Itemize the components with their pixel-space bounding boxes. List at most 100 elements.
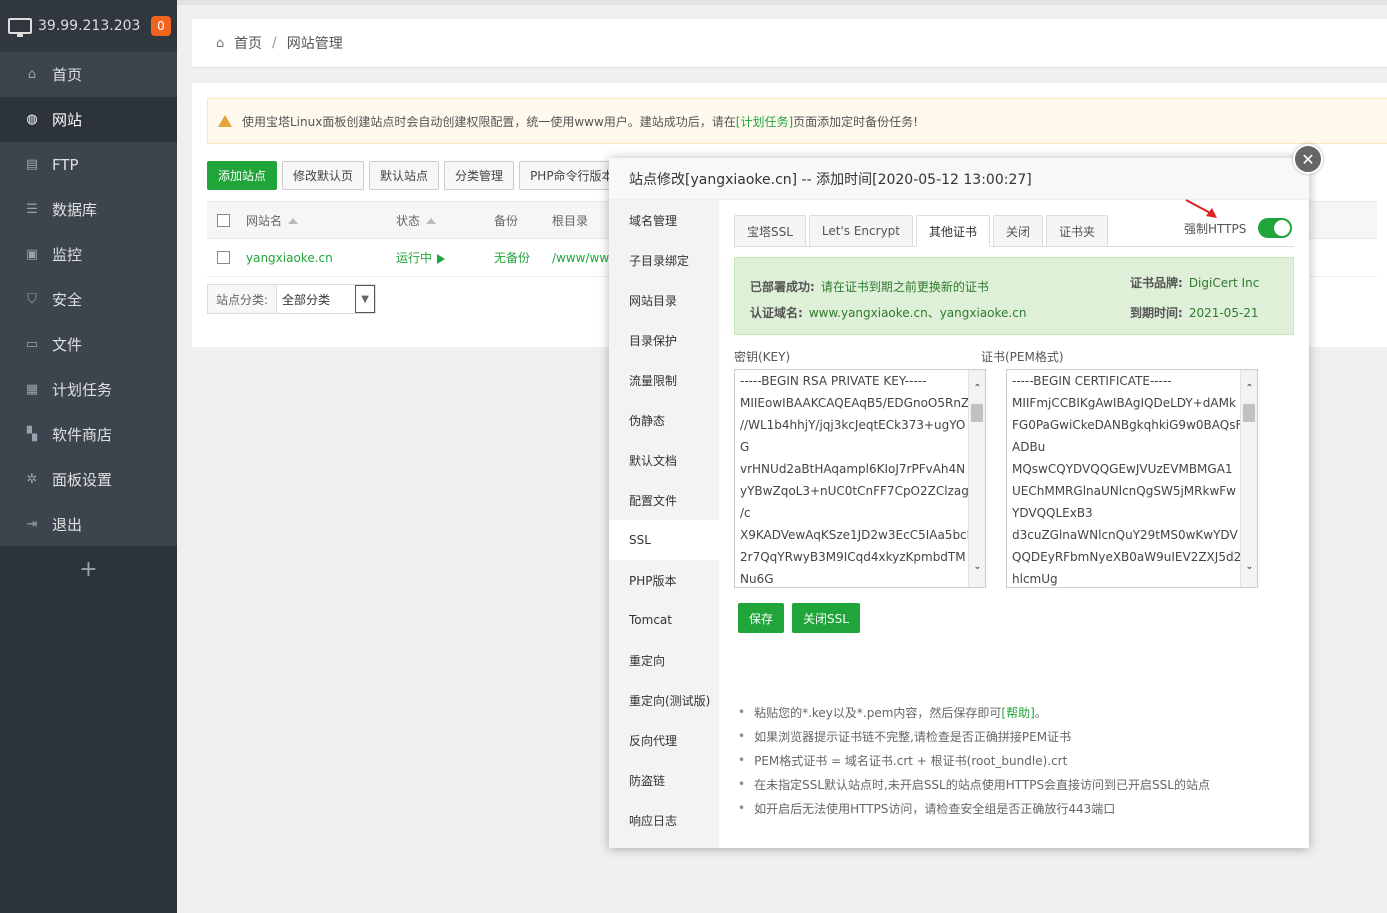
column-status[interactable]: 状态 (396, 212, 494, 229)
notice-text-tail: 页面添加定时备份任务! (793, 114, 918, 129)
default-site-button[interactable]: 默认站点 (369, 161, 440, 190)
monitor-icon: ▣ (25, 247, 39, 262)
warning-icon (218, 115, 232, 127)
list-item: PEM格式证书 = 域名证书.crt + 根证书(root_bundle).cr… (738, 748, 1210, 772)
site-name-link[interactable]: yangxiaoke.cn (246, 251, 396, 265)
sidebar-item-home[interactable]: ⌂ 首页 (0, 52, 177, 97)
sidebar-menu: ⌂ 首页 ◍ 网站 ▤ FTP ☰ 数据库 ▣ 监控 ⛉ 安全 ▭ 文件 ▦ 计划任务 ▚ 软件商… (0, 52, 177, 547)
sidebar-item-settings[interactable]: ✲ 面板设置 (0, 457, 177, 502)
modal-nav-subdir[interactable]: 子目录绑定 (609, 240, 719, 280)
notice-text: 使用宝塔Linux面板创建站点时会自动创建权限配置，统一使用www用户。建站成功… (242, 114, 736, 129)
server-header[interactable]: 39.99.213.203 0 (0, 0, 177, 52)
modal-nav-redirect-beta[interactable]: 重定向(测试版) (609, 680, 719, 720)
sidebar-item-store[interactable]: ▚ 软件商店 (0, 412, 177, 457)
tab-close[interactable]: 关闭 (993, 215, 1044, 247)
modal-nav-domain[interactable]: 域名管理 (609, 200, 719, 240)
save-button[interactable]: 保存 (738, 603, 785, 633)
sidebar: 39.99.213.203 0 ⌂ 首页 ◍ 网站 ▤ FTP ☰ 数据库 ▣ 监控 ⛉ 安… (0, 0, 177, 913)
modal-nav-dir-protect[interactable]: 目录保护 (609, 320, 719, 360)
sidebar-item-monitor[interactable]: ▣ 监控 (0, 232, 177, 277)
tab-lets-encrypt[interactable]: Let's Encrypt (808, 215, 913, 247)
add-site-button[interactable]: 添加站点 (207, 161, 278, 190)
edit-default-page-button[interactable]: 修改默认页 (282, 161, 365, 190)
sidebar-item-ftp[interactable]: ▤ FTP (0, 142, 177, 187)
cron-link[interactable]: [计划任务] (736, 113, 793, 130)
chevron-down-icon[interactable]: ▼ (355, 285, 376, 313)
scrollbar-thumb[interactable] (971, 404, 983, 422)
ssl-actions: 保存 关闭SSL (738, 603, 860, 633)
help-link[interactable]: [帮助] (1001, 704, 1034, 721)
close-icon[interactable]: ✕ (1293, 144, 1323, 174)
sidebar-item-database[interactable]: ☰ 数据库 (0, 187, 177, 232)
modal-nav-tomcat[interactable]: Tomcat (609, 600, 719, 640)
sidebar-item-label: FTP (52, 155, 79, 174)
sidebar-item-label: 面板设置 (52, 471, 113, 489)
site-status[interactable]: 运行中 (396, 249, 494, 266)
breadcrumb-separator: / (272, 35, 277, 51)
modal-nav-traffic[interactable]: 流量限制 (609, 360, 719, 400)
category-select[interactable]: 全部分类 (277, 291, 355, 308)
globe-icon: ◍ (26, 112, 38, 127)
sidebar-item-cron[interactable]: ▦ 计划任务 (0, 367, 177, 412)
close-ssl-button[interactable]: 关闭SSL (792, 603, 860, 633)
add-menu-button[interactable]: + (0, 546, 177, 592)
key-scrollbar[interactable]: ⌃ ⌄ (968, 370, 985, 587)
database-icon: ☰ (26, 202, 38, 217)
breadcrumb-home[interactable]: 首页 (234, 33, 262, 53)
select-all-checkbox[interactable] (217, 213, 230, 227)
modal-nav-default-doc[interactable]: 默认文档 (609, 440, 719, 480)
category-manage-button[interactable]: 分类管理 (444, 161, 515, 190)
modal-nav-redirect[interactable]: 重定向 (609, 640, 719, 680)
modal-nav-hotlink[interactable]: 防盗链 (609, 760, 719, 800)
tab-cert-folder[interactable]: 证书夹 (1046, 215, 1109, 247)
toolbar: 添加站点 修改默认页 默认站点 分类管理 PHP命令行版本 (207, 161, 625, 190)
sort-icon (288, 218, 299, 224)
sidebar-item-label: 首页 (52, 66, 83, 84)
sidebar-item-files[interactable]: ▭ 文件 (0, 322, 177, 367)
list-item: 在未指定SSL默认站点时,未开启SSL的站点使用HTTPS会直接访问到已开启SS… (738, 772, 1210, 796)
chevron-down-icon[interactable]: ⌄ (969, 558, 985, 575)
sidebar-item-website[interactable]: ◍ 网站 (0, 97, 177, 142)
scrollbar-thumb[interactable] (1243, 404, 1255, 422)
sidebar-item-security[interactable]: ⛉ 安全 (0, 277, 177, 322)
chevron-up-icon[interactable]: ⌃ (1241, 380, 1257, 397)
sort-icon (426, 218, 437, 224)
list-item: 粘贴您的*.key以及*.pem内容，然后保存即可[帮助]。 (738, 700, 1210, 724)
cert-scrollbar[interactable]: ⌃ ⌄ (1240, 370, 1257, 587)
force-https-toggle[interactable] (1258, 218, 1293, 238)
sidebar-item-label: 文件 (52, 336, 83, 354)
site-backup[interactable]: 无备份 (494, 249, 552, 266)
key-label: 密钥(KEY) (734, 350, 791, 364)
tab-other-cert[interactable]: 其他证书 (916, 215, 991, 247)
modal-nav-log[interactable]: 响应日志 (609, 800, 719, 840)
chevron-up-icon[interactable]: ⌃ (969, 380, 985, 397)
column-name[interactable]: 网站名 (246, 212, 396, 229)
play-icon (437, 253, 446, 264)
key-textarea[interactable]: -----BEGIN RSA PRIVATE KEY----- MIIEowIB… (734, 369, 986, 588)
modal-nav-ssl[interactable]: SSL (609, 520, 719, 560)
modal-nav-site-dir[interactable]: 网站目录 (609, 280, 719, 320)
sidebar-item-label: 退出 (52, 516, 83, 534)
sidebar-item-label: 软件商店 (52, 426, 113, 444)
cert-domains: 认证域名: www.yangxiaoke.cn、yangxiaoke.cn (750, 306, 1027, 320)
cert-expire: 到期时间: 2021-05-21 (1130, 306, 1259, 320)
sidebar-item-logout[interactable]: ⇥ 退出 (0, 502, 177, 547)
modal-nav-php[interactable]: PHP版本 (609, 560, 719, 600)
logout-icon: ⇥ (26, 517, 38, 532)
shield-icon: ⛉ (27, 292, 37, 307)
cert-status-box: 已部署成功: 请在证书到期之前更换新的证书 认证域名: www.yangxiaoke… (734, 257, 1294, 335)
force-https: 强制HTTPS (1184, 218, 1293, 238)
notification-badge[interactable]: 0 (151, 16, 171, 36)
tab-bt-ssl[interactable]: 宝塔SSL (734, 215, 806, 247)
row-checkbox[interactable] (217, 251, 230, 264)
chevron-down-icon[interactable]: ⌄ (1241, 558, 1257, 575)
cert-label: 证书(PEM格式) (981, 350, 1064, 364)
cert-textarea[interactable]: -----BEGIN CERTIFICATE----- MIIFmjCCBIKg… (1006, 369, 1258, 588)
sidebar-item-label: 计划任务 (52, 381, 113, 399)
modal-nav-rewrite[interactable]: 伪静态 (609, 400, 719, 440)
modal-nav-config[interactable]: 配置文件 (609, 480, 719, 520)
category-filter: 站点分类: 全部分类 ▼ (207, 284, 377, 314)
top-strip (177, 0, 1387, 5)
list-item: 如开启后无法使用HTTPS访问，请检查安全组是否正确放行443端口 (738, 796, 1210, 820)
modal-nav-proxy[interactable]: 反向代理 (609, 720, 719, 760)
